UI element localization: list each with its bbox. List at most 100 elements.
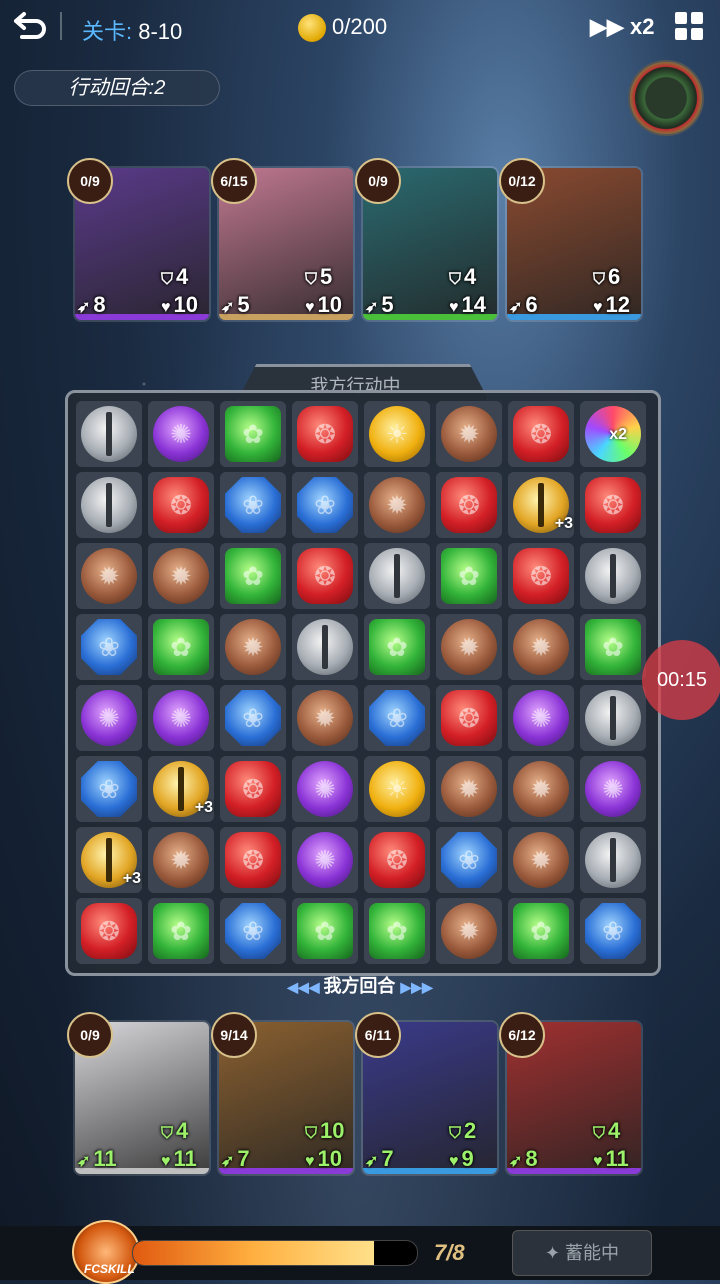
purple-gem[interactable]: ✺: [153, 690, 209, 746]
board-cell[interactable]: ✺: [148, 401, 214, 467]
board-cell[interactable]: ✿: [364, 614, 430, 680]
board-cell[interactable]: ✺: [508, 685, 574, 751]
green-gem[interactable]: ✿: [513, 903, 569, 959]
board-cell[interactable]: [580, 543, 646, 609]
gold-gem[interactable]: ☀: [369, 761, 425, 817]
red-gem[interactable]: ❂: [81, 903, 137, 959]
board-cell[interactable]: ✹: [436, 898, 502, 964]
brown-gem[interactable]: ✹: [441, 903, 497, 959]
board-cell[interactable]: ❂: [580, 472, 646, 538]
board-cell[interactable]: ✿: [148, 898, 214, 964]
board-cell[interactable]: ✹: [436, 756, 502, 822]
red-gem[interactable]: ❂: [225, 832, 281, 888]
gsword-gem[interactable]: +3: [153, 761, 213, 817]
speed-toggle[interactable]: ▶▶ x2: [590, 14, 654, 40]
charge-button[interactable]: ✦ 蓄能中: [512, 1230, 652, 1276]
board-cell[interactable]: ❂: [292, 401, 358, 467]
green-gem[interactable]: ✿: [297, 903, 353, 959]
rainbow-gem[interactable]: x2: [585, 406, 641, 462]
board-cell[interactable]: ❂: [292, 543, 358, 609]
purple-gem[interactable]: ✺: [81, 690, 137, 746]
red-gem[interactable]: ❂: [297, 406, 353, 462]
board-cell[interactable]: [292, 614, 358, 680]
board-cell[interactable]: ❂: [508, 543, 574, 609]
brown-gem[interactable]: ✹: [153, 548, 209, 604]
board-cell[interactable]: ✺: [76, 685, 142, 751]
board-cell[interactable]: ❀: [76, 614, 142, 680]
board-cell[interactable]: ❀: [436, 827, 502, 893]
brown-gem[interactable]: ✹: [441, 406, 497, 462]
board-cell[interactable]: ✺: [292, 827, 358, 893]
board-cell[interactable]: ☀: [364, 756, 430, 822]
board-cell[interactable]: ❀: [580, 898, 646, 964]
board-cell[interactable]: [580, 685, 646, 751]
red-gem[interactable]: ❂: [441, 477, 497, 533]
board-cell[interactable]: [76, 472, 142, 538]
blue-gem[interactable]: ❀: [369, 690, 425, 746]
blue-gem[interactable]: ❀: [225, 690, 281, 746]
red-gem[interactable]: ❂: [225, 761, 281, 817]
board-cell[interactable]: ✹: [508, 614, 574, 680]
board-cell[interactable]: ✿: [220, 401, 286, 467]
brown-gem[interactable]: ✹: [297, 690, 353, 746]
sword-gem[interactable]: [297, 619, 353, 675]
green-gem[interactable]: ✿: [225, 406, 281, 462]
board-cell[interactable]: ✹: [364, 472, 430, 538]
board-cell[interactable]: ❀: [220, 685, 286, 751]
board-cell[interactable]: x2: [580, 401, 646, 467]
brown-gem[interactable]: ✹: [441, 619, 497, 675]
sword-gem[interactable]: [585, 832, 641, 888]
board-cell[interactable]: +3: [76, 827, 142, 893]
sword-gem[interactable]: [81, 406, 137, 462]
board-cell[interactable]: ❀: [292, 472, 358, 538]
brown-gem[interactable]: ✹: [81, 548, 137, 604]
board-cell[interactable]: ❂: [436, 472, 502, 538]
board-cell[interactable]: ✹: [436, 614, 502, 680]
board-cell[interactable]: [364, 543, 430, 609]
board-cell[interactable]: ❀: [220, 472, 286, 538]
red-gem[interactable]: ❂: [369, 832, 425, 888]
board-cell[interactable]: ❂: [220, 827, 286, 893]
sword-gem[interactable]: [585, 548, 641, 604]
board-cell[interactable]: ✹: [292, 685, 358, 751]
brown-gem[interactable]: ✹: [513, 761, 569, 817]
blue-gem[interactable]: ❀: [297, 477, 353, 533]
board-cell[interactable]: ✹: [148, 827, 214, 893]
purple-gem[interactable]: ✺: [585, 761, 641, 817]
red-gem[interactable]: ❂: [153, 477, 209, 533]
green-gem[interactable]: ✿: [369, 619, 425, 675]
board-cell[interactable]: ✺: [580, 756, 646, 822]
purple-gem[interactable]: ✺: [513, 690, 569, 746]
brown-gem[interactable]: ✹: [225, 619, 281, 675]
board-cell[interactable]: ✿: [364, 898, 430, 964]
blue-gem[interactable]: ❀: [225, 903, 281, 959]
board-cell[interactable]: ✺: [292, 756, 358, 822]
board-cell[interactable]: ✹: [508, 756, 574, 822]
board-cell[interactable]: ✿: [292, 898, 358, 964]
red-gem[interactable]: ❂: [513, 406, 569, 462]
gold-gem[interactable]: ☀: [369, 406, 425, 462]
board-cell[interactable]: ❂: [508, 401, 574, 467]
sword-gem[interactable]: [369, 548, 425, 604]
brown-gem[interactable]: ✹: [153, 832, 209, 888]
board-cell[interactable]: ❂: [76, 898, 142, 964]
board-cell[interactable]: [76, 401, 142, 467]
back-arrow-icon[interactable]: [12, 10, 48, 42]
green-gem[interactable]: ✿: [369, 903, 425, 959]
blue-gem[interactable]: ❀: [441, 832, 497, 888]
brown-gem[interactable]: ✹: [369, 477, 425, 533]
green-gem[interactable]: ✿: [153, 903, 209, 959]
sword-gem[interactable]: [585, 690, 641, 746]
blue-gem[interactable]: ❀: [225, 477, 281, 533]
board-cell[interactable]: ✿: [148, 614, 214, 680]
blue-gem[interactable]: ❀: [81, 619, 137, 675]
board-cell[interactable]: ✿: [436, 543, 502, 609]
red-gem[interactable]: ❂: [585, 477, 641, 533]
green-gem[interactable]: ✿: [441, 548, 497, 604]
board-cell[interactable]: ✿: [580, 614, 646, 680]
board-cell[interactable]: ✹: [220, 614, 286, 680]
board-cell[interactable]: ❀: [76, 756, 142, 822]
board-cell[interactable]: ❂: [436, 685, 502, 751]
gsword-gem[interactable]: +3: [513, 477, 573, 533]
brown-gem[interactable]: ✹: [513, 832, 569, 888]
